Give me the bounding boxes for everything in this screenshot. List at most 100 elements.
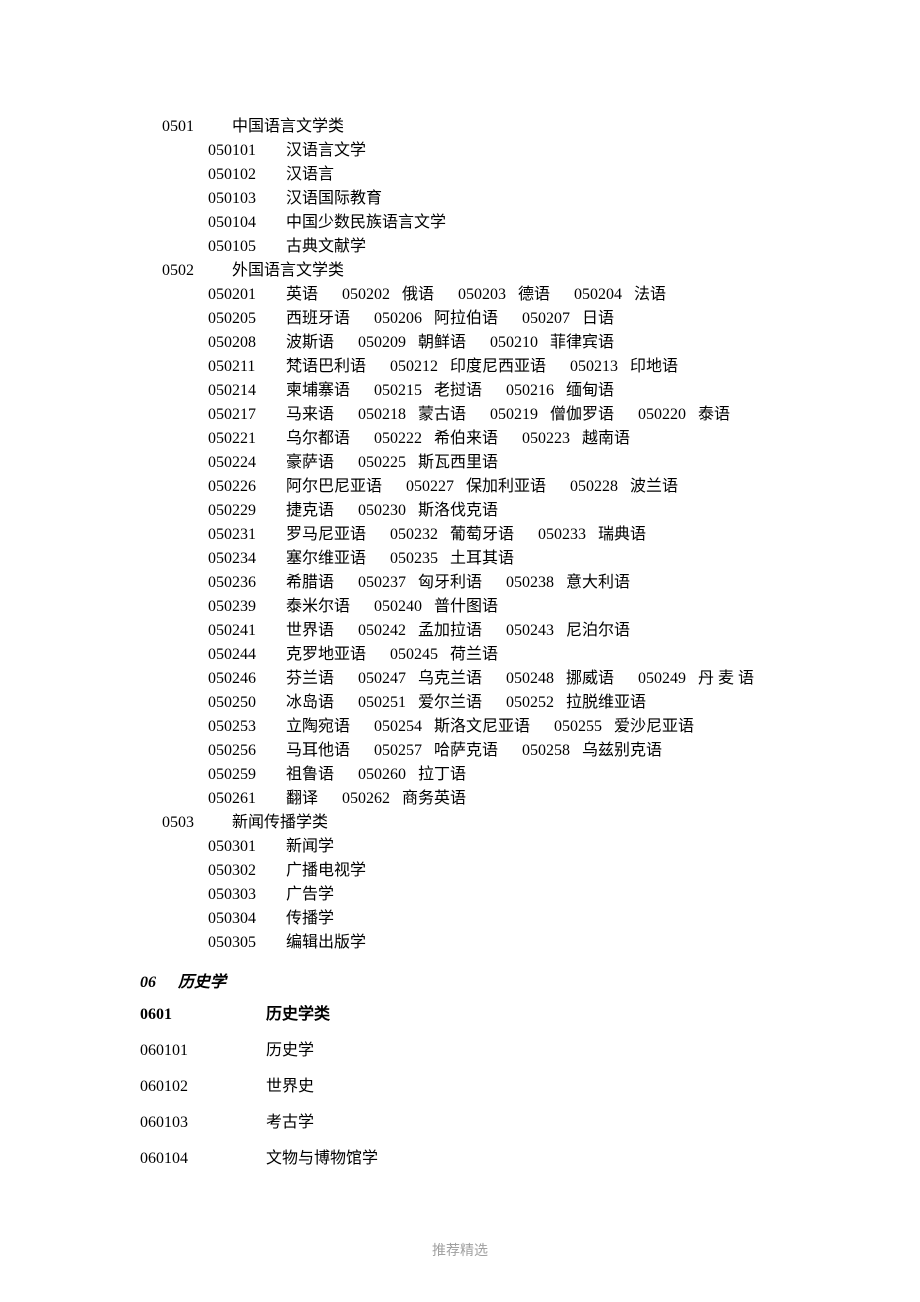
history-subject-name: 历史学 — [266, 1039, 314, 1063]
subject-item: 中国少数民族语言文学 — [286, 211, 446, 235]
subject-row: 050208波斯语 050209 朝鲜语 050210 菲律宾语 — [140, 331, 840, 355]
subject-items: 英语 050202 俄语 050203 德语 050204 法语 — [286, 283, 840, 307]
subject-item: 050238 意大利语 — [494, 571, 630, 595]
subject-items: 祖鲁语 050260 拉丁语 — [286, 763, 840, 787]
subject-item: 马耳他语 — [286, 739, 362, 763]
subject-items: 克罗地亚语 050245 荷兰语 — [286, 643, 840, 667]
subject-item: 马来语 — [286, 403, 346, 427]
subject-item: 翻译 — [286, 787, 330, 811]
history-category-name: 历史学类 — [266, 1003, 330, 1027]
subject-items: 中国少数民族语言文学 — [286, 211, 840, 235]
subject-row: 050253立陶宛语 050254 斯洛文尼亚语 050255 爱沙尼亚语 — [140, 715, 840, 739]
subject-item: 050216 缅甸语 — [494, 379, 614, 403]
subject-lead-code: 050246 — [208, 667, 286, 691]
subject-item: 乌尔都语 — [286, 427, 362, 451]
subject-item: 梵语巴利语 — [286, 355, 378, 379]
history-subjects: 060101历史学060102世界史060103考古学060104文物与博物馆学 — [140, 1039, 840, 1171]
subject-row: 050105古典文献学 — [140, 235, 840, 259]
subject-item: 克罗地亚语 — [286, 643, 378, 667]
subject-lead-code: 050226 — [208, 475, 286, 499]
subject-row: 050229捷克语 050230 斯洛伐克语 — [140, 499, 840, 523]
subject-item: 050257 哈萨克语 — [362, 739, 510, 763]
subject-lead-code: 050305 — [208, 931, 286, 955]
category-code: 0501 — [162, 115, 232, 139]
discipline-name: 历史学 — [178, 971, 226, 995]
subject-item: 050237 匈牙利语 — [346, 571, 494, 595]
subject-item: 050222 希伯来语 — [362, 427, 510, 451]
subject-lead-code: 050231 — [208, 523, 286, 547]
subject-items: 芬兰语 050247 乌克兰语 050248 挪威语 050249 丹 麦 语 — [286, 667, 840, 691]
subject-items: 塞尔维亚语 050235 土耳其语 — [286, 547, 840, 571]
subject-item: 古典文献学 — [286, 235, 366, 259]
subject-item: 立陶宛语 — [286, 715, 362, 739]
subject-item: 050251 爱尔兰语 — [346, 691, 494, 715]
category-code: 0503 — [162, 811, 232, 835]
subject-lead-code: 050259 — [208, 763, 286, 787]
subject-item: 050212 印度尼西亚语 — [378, 355, 558, 379]
subject-lead-code: 050261 — [208, 787, 286, 811]
subject-lead-code: 050101 — [208, 139, 286, 163]
document-page: 0501中国语言文学类050101汉语言文学050102汉语言050103汉语国… — [0, 0, 920, 1171]
subject-lead-code: 050234 — [208, 547, 286, 571]
subject-lead-code: 050241 — [208, 619, 286, 643]
subject-item: 050220 泰语 — [626, 403, 730, 427]
subject-item: 050262 商务英语 — [330, 787, 466, 811]
history-subject-code: 060103 — [140, 1111, 266, 1135]
subject-item: 050258 乌兹别克语 — [510, 739, 662, 763]
subject-lead-code: 050301 — [208, 835, 286, 859]
history-subject-code: 060102 — [140, 1075, 266, 1099]
subject-items: 汉语国际教育 — [286, 187, 840, 211]
subject-item: 050204 法语 — [562, 283, 666, 307]
subject-lead-code: 050103 — [208, 187, 286, 211]
subject-items: 波斯语 050209 朝鲜语 050210 菲律宾语 — [286, 331, 840, 355]
subject-item: 050202 俄语 — [330, 283, 446, 307]
subject-items: 广播电视学 — [286, 859, 840, 883]
history-subject-name: 考古学 — [266, 1111, 314, 1135]
subject-item: 050230 斯洛伐克语 — [346, 499, 498, 523]
subject-item: 050218 蒙古语 — [346, 403, 478, 427]
subject-lead-code: 050221 — [208, 427, 286, 451]
discipline-code: 06 — [140, 971, 178, 995]
subject-row: 050101汉语言文学 — [140, 139, 840, 163]
subject-row: 050102汉语言 — [140, 163, 840, 187]
category-name: 新闻传播学类 — [232, 811, 328, 835]
subject-items: 柬埔寨语 050215 老挝语 050216 缅甸语 — [286, 379, 840, 403]
subject-items: 希腊语 050237 匈牙利语 050238 意大利语 — [286, 571, 840, 595]
subject-lead-code: 050250 — [208, 691, 286, 715]
subject-item: 050248 挪威语 — [494, 667, 626, 691]
subject-row: 050214柬埔寨语 050215 老挝语 050216 缅甸语 — [140, 379, 840, 403]
subject-items: 立陶宛语 050254 斯洛文尼亚语 050255 爱沙尼亚语 — [286, 715, 840, 739]
subject-row: 050244克罗地亚语 050245 荷兰语 — [140, 643, 840, 667]
subject-item: 祖鲁语 — [286, 763, 346, 787]
subject-item: 汉语言文学 — [286, 139, 366, 163]
category-name: 中国语言文学类 — [232, 115, 344, 139]
subject-row: 050211梵语巴利语 050212 印度尼西亚语 050213 印地语 — [140, 355, 840, 379]
subject-item: 波斯语 — [286, 331, 346, 355]
subject-row: 050103汉语国际教育 — [140, 187, 840, 211]
subject-item: 广播电视学 — [286, 859, 366, 883]
subject-row: 050305编辑出版学 — [140, 931, 840, 955]
subject-row: 050246芬兰语 050247 乌克兰语 050248 挪威语 050249 … — [140, 667, 840, 691]
subject-item: 050232 葡萄牙语 — [378, 523, 526, 547]
subject-items: 汉语言文学 — [286, 139, 840, 163]
subject-lead-code: 050229 — [208, 499, 286, 523]
subject-item: 泰米尔语 — [286, 595, 362, 619]
category-code: 0502 — [162, 259, 232, 283]
subject-items: 编辑出版学 — [286, 931, 840, 955]
subject-row: 050221乌尔都语 050222 希伯来语 050223 越南语 — [140, 427, 840, 451]
subject-item: 希腊语 — [286, 571, 346, 595]
history-subject-row: 060104文物与博物馆学 — [140, 1147, 840, 1171]
content-block: 0501中国语言文学类050101汉语言文学050102汉语言050103汉语国… — [140, 115, 840, 955]
subject-row: 050226阿尔巴尼亚语 050227 保加利亚语 050228 波兰语 — [140, 475, 840, 499]
subject-item: 050252 拉脱维亚语 — [494, 691, 646, 715]
subject-item: 050206 阿拉伯语 — [362, 307, 510, 331]
subject-row: 050256马耳他语 050257 哈萨克语 050258 乌兹别克语 — [140, 739, 840, 763]
subject-item: 汉语言 — [286, 163, 334, 187]
subject-item: 050207 日语 — [510, 307, 614, 331]
history-category-code: 0601 — [140, 1003, 266, 1027]
history-category-row: 0601 历史学类 — [140, 1003, 840, 1027]
subject-lead-code: 050104 — [208, 211, 286, 235]
history-subject-row: 060101历史学 — [140, 1039, 840, 1063]
subject-row: 050236希腊语 050237 匈牙利语 050238 意大利语 — [140, 571, 840, 595]
subject-item: 编辑出版学 — [286, 931, 366, 955]
